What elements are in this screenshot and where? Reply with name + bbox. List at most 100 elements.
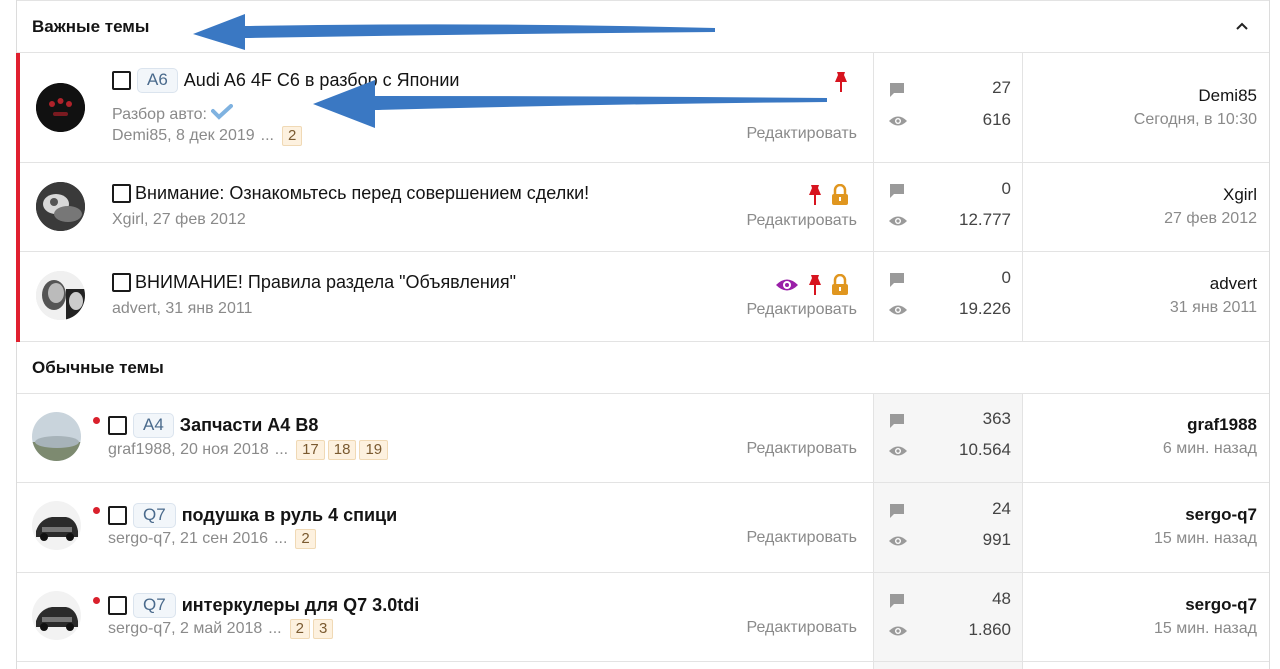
views-eye-icon — [889, 305, 907, 315]
replies-count: 48 — [992, 589, 1011, 608]
thread-title-link[interactable]: Audi A6 4F C6 в разбор с Японии — [184, 70, 460, 91]
views-eye-icon — [889, 536, 907, 546]
thread-author-link[interactable]: sergo-q7 — [108, 530, 171, 548]
thread-title-link[interactable]: ВНИМАНИЕ! Правила раздела "Объявления" — [135, 272, 516, 293]
thread-prefix-badge[interactable]: Q7 — [133, 593, 176, 618]
avatar[interactable] — [32, 501, 81, 550]
last-post: graf1988 6 мин. назад — [1023, 394, 1271, 482]
thread-status-icons — [775, 273, 849, 301]
regular-threads-title: Обычные темы — [32, 357, 164, 377]
thread-start-date: , 20 ноя 2018 — [171, 441, 269, 458]
views-count: 12.777 — [959, 210, 1011, 229]
select-checkbox[interactable] — [112, 273, 131, 292]
last-post-time[interactable]: Сегодня, в 10:30 — [1134, 111, 1257, 129]
thread-prefix-badge[interactable]: A4 — [133, 413, 174, 438]
page-link[interactable]: 18 — [327, 440, 357, 460]
replies-icon — [890, 504, 904, 518]
replies-count: 0 — [1001, 179, 1011, 198]
thread-stats: 27 616 — [873, 53, 1023, 162]
edit-link[interactable]: Редактировать — [746, 212, 857, 230]
last-post-user-link[interactable]: graf1988 — [1187, 415, 1257, 435]
last-post-time[interactable]: 27 фев 2012 — [1164, 210, 1257, 228]
edit-link[interactable]: Редактировать — [746, 440, 857, 458]
last-post: Xgirl 27 фев 2012 — [1023, 163, 1271, 251]
thread-meta: sergo-q7 , 2 май 2018 ... 2 3 — [108, 619, 336, 639]
replies-icon — [890, 83, 904, 97]
thread-label-line: Разбор авто: — [112, 104, 233, 125]
last-post-user-link[interactable]: Xgirl — [1223, 185, 1257, 205]
views-stat: 616 — [874, 110, 1024, 132]
replies-icon — [890, 594, 904, 608]
thread-row[interactable]: A6 Audi A6 4F C6 в разбор с Японии Разбо… — [16, 53, 1269, 163]
last-post-time[interactable]: 15 мин. назад — [1154, 530, 1257, 548]
thread-title-line: A4 Запчасти А4 В8 — [108, 413, 318, 438]
thread-status-icons — [807, 183, 849, 211]
thread-meta: sergo-q7 , 21 сен 2016 ... 2 — [108, 529, 319, 549]
select-checkbox[interactable] — [108, 596, 127, 615]
last-post-time[interactable]: 15 мин. назад — [1154, 620, 1257, 638]
page-link[interactable]: 17 — [296, 440, 325, 460]
thread-author-link[interactable]: Xgirl — [112, 211, 144, 229]
select-checkbox[interactable] — [112, 184, 131, 203]
thread-title-line: Внимание: Ознакомьтесь перед совершением… — [112, 183, 589, 204]
thread-prefix-badge[interactable]: A6 — [137, 68, 178, 93]
thread-author-link[interactable]: graf1988 — [108, 441, 171, 459]
page-link[interactable]: 19 — [359, 440, 389, 460]
thread-row[interactable]: Внимание: Ознакомьтесь перед совершением… — [16, 163, 1271, 252]
thread-row[interactable]: A4 Запчасти А4 В8 graf1988 , 20 ноя 2018… — [17, 394, 1269, 483]
views-stat: 19.226 — [874, 299, 1024, 321]
page-link[interactable]: 3 — [312, 619, 334, 639]
page-link[interactable]: 2 — [289, 619, 310, 639]
heart-checkmark-icon — [210, 104, 233, 125]
regular-threads-header: Обычные темы — [17, 342, 1269, 394]
last-post-user-link[interactable]: sergo-q7 — [1185, 505, 1257, 525]
thread-prefix-badge[interactable]: Q7 — [133, 503, 176, 528]
thread-title-link[interactable]: Внимание: Ознакомьтесь перед совершением… — [135, 183, 589, 204]
thread-meta: advert , 31 янв 2011 — [112, 300, 252, 318]
thread-title-line: Q7 интеркулеры для Q7 3.0tdi — [108, 593, 419, 618]
watch-eye-icon — [775, 276, 799, 299]
avatar[interactable] — [36, 83, 85, 132]
replies-count: 0 — [1001, 268, 1011, 287]
page-link[interactable]: 2 — [282, 126, 303, 146]
avatar[interactable] — [36, 271, 85, 320]
thread-meta: graf1988 , 20 ноя 2018 ... 17 18 19 — [108, 440, 391, 460]
replies-icon — [890, 273, 904, 287]
views-stat: 12.777 — [874, 210, 1024, 232]
thread-row[interactable]: Q7 интеркулеры для Q7 3.0tdi sergo-q7 , … — [17, 573, 1269, 662]
select-checkbox[interactable] — [112, 71, 131, 90]
thread-title-link[interactable]: подушка в руль 4 спици — [182, 505, 398, 526]
thread-title-link[interactable]: Запчасти А4 В8 — [180, 415, 319, 436]
last-post-time[interactable]: 31 янв 2011 — [1170, 299, 1257, 317]
thread-author-link[interactable]: advert — [112, 300, 156, 318]
thread-author-link[interactable]: Demi85 — [112, 127, 167, 145]
pin-icon — [807, 184, 823, 211]
avatar[interactable] — [36, 182, 85, 231]
page-link[interactable]: 2 — [295, 529, 316, 549]
select-checkbox[interactable] — [108, 416, 127, 435]
edit-link[interactable]: Редактировать — [746, 529, 857, 547]
select-checkbox[interactable] — [108, 506, 127, 525]
thread-list: Важные темы A6 Audi A6 4F C6 в разбор с … — [16, 0, 1270, 669]
thread-title-link[interactable]: интеркулеры для Q7 3.0tdi — [182, 595, 420, 616]
thread-author-link[interactable]: sergo-q7 — [108, 620, 171, 638]
thread-stats: 363 10.564 — [873, 394, 1023, 482]
avatar[interactable] — [32, 412, 81, 461]
avatar[interactable] — [32, 591, 81, 640]
views-count: 19.226 — [959, 299, 1011, 318]
views-stat: 991 — [874, 530, 1024, 552]
last-post-time[interactable]: 6 мин. назад — [1163, 440, 1257, 458]
edit-link[interactable]: Редактировать — [746, 125, 857, 143]
edit-link[interactable]: Редактировать — [746, 619, 857, 637]
edit-link[interactable]: Редактировать — [746, 301, 857, 319]
thread-row[interactable]: ВНИМАНИЕ! Правила раздела "Объявления" a… — [16, 252, 1269, 342]
important-threads-header: Важные темы — [17, 1, 1269, 53]
thread-row[interactable]: Q7 подушка в руль 4 спици sergo-q7 , 21 … — [17, 483, 1269, 573]
collapse-chevron-up-icon[interactable] — [1231, 15, 1253, 37]
last-post-user-link[interactable]: sergo-q7 — [1185, 595, 1257, 615]
last-post-user-link[interactable]: Demi85 — [1198, 86, 1257, 106]
last-post-user-link[interactable]: advert — [1210, 274, 1257, 294]
replies-stat: 0 — [874, 179, 1024, 201]
pages-ellipsis: ... — [260, 127, 274, 144]
pin-icon — [807, 274, 823, 301]
